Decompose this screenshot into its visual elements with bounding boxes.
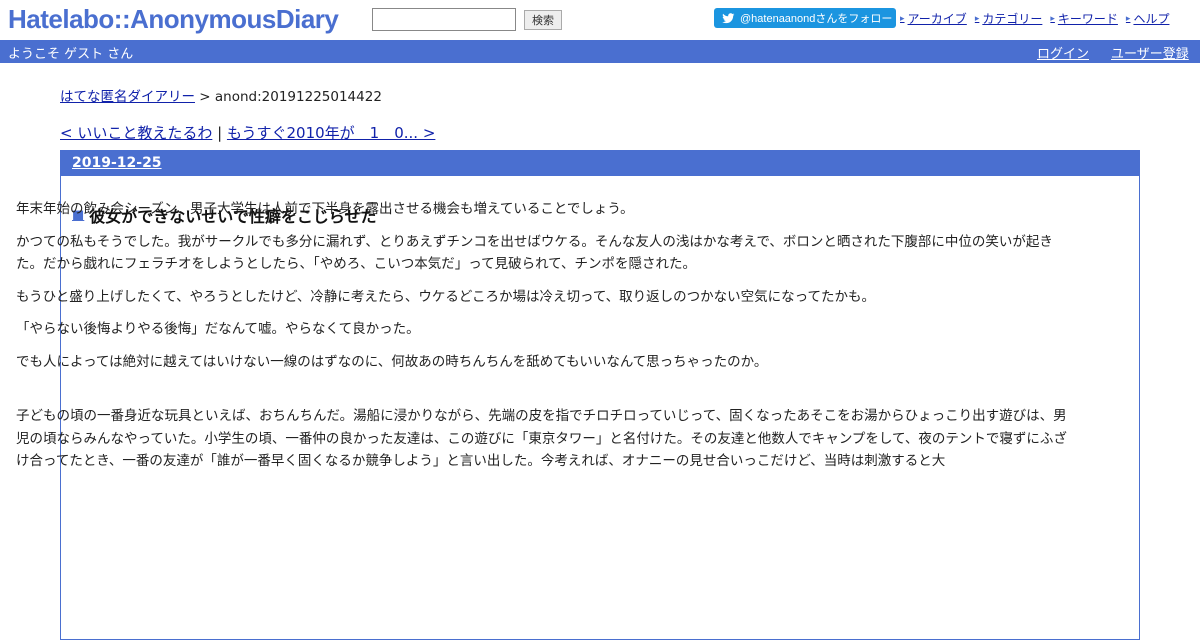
site-logo[interactable]: Hatelabo::AnonymousDiary [8, 4, 339, 35]
pager-separator: | [212, 124, 227, 142]
twitter-icon [722, 12, 735, 23]
breadcrumb-separator: > [195, 89, 215, 105]
twitter-follow-button[interactable]: @hatenaanondさんをフォロー [714, 8, 896, 28]
entry-pager: < いいこと教えたるわ | もうすぐ2010年が 1 0... > [60, 122, 435, 143]
arrow-icon: ▸ [900, 13, 905, 24]
arrow-icon: ▸ [1050, 13, 1055, 24]
entry-paragraph: 「やらない後悔よりやる後悔」だなんて嘘。やらなくて良かった。 [16, 321, 420, 337]
entry-paragraph: 年末年始の飲み会シーズン、男子大学生は人前で下半身を露出させる機会も増えているこ… [16, 201, 634, 217]
breadcrumb-current: anond:20191225014422 [214, 89, 382, 105]
nav-archive-link[interactable]: ▸ アーカイブ [900, 10, 967, 27]
breadcrumb: はてな匿名ダイアリー > anond:20191225014422 [60, 85, 382, 105]
nav-category-link[interactable]: ▸ カテゴリー [975, 10, 1043, 27]
entry-paragraph: もうひと盛り上げしたくて、やろうとしたけど、冷静に考えたら、ウケるどころか場は冷… [16, 288, 876, 305]
day-header: 2019-12-25 [61, 151, 1139, 176]
breadcrumb-home-link[interactable]: はてな匿名ダイアリー [60, 89, 195, 105]
entry-paragraph: でも人によっては絶対に越えてはいけない一線のはずなのに、何故あの時ちんちんを舐め… [16, 353, 768, 370]
user-bar: ようこそ ゲスト さん ログイン ユーザー登録 [0, 40, 1200, 63]
entry-body: 年末年始の飲み会シーズン、男子大学生は人前で下半身を露出させる機会も増えているこ… [16, 198, 1068, 483]
search-button[interactable]: 検索 [524, 10, 562, 30]
nav-help-link[interactable]: ▸ ヘルプ [1126, 10, 1170, 27]
next-entry-link[interactable]: もうすぐ2010年が 1 0... > [227, 124, 435, 142]
search-input[interactable] [372, 8, 516, 31]
nav-keyword-link[interactable]: ▸ キーワード [1050, 10, 1118, 27]
entry-paragraph: かつての私もそうでした。我がサークルでも多分に漏れず、とりあえずチンコを出せばウ… [16, 233, 1053, 273]
entry-paragraph: 子どもの頃の一番身近な玩具といえば、おちんちんだ。湯船に浸かりながら、先端の皮を… [16, 408, 1067, 469]
welcome-text: ようこそ ゲスト さん [8, 47, 134, 62]
twitter-button-label: @hatenaanondさんをフォロー [740, 13, 893, 25]
login-link[interactable]: ログイン [1037, 43, 1089, 62]
top-nav: ▸ アーカイブ ▸ カテゴリー ▸ キーワード ▸ ヘルプ [900, 10, 1169, 27]
register-link[interactable]: ユーザー登録 [1111, 43, 1189, 62]
arrow-icon: ▸ [1125, 13, 1131, 24]
top-header: Hatelabo::AnonymousDiary 検索 @hatenaanond… [0, 0, 1200, 40]
arrow-icon: ▸ [974, 13, 980, 24]
date-link[interactable]: 2019-12-25 [72, 155, 162, 171]
prev-entry-link[interactable]: < いいこと教えたるわ [60, 124, 212, 142]
